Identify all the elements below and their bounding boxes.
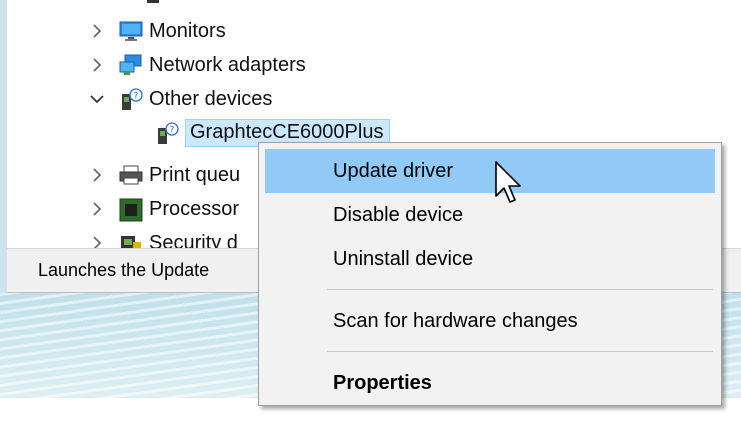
chevron-right-icon[interactable] (87, 199, 107, 219)
chevron-right-icon[interactable] (87, 233, 107, 248)
menu-separator (327, 289, 713, 290)
svg-text:?: ? (170, 126, 175, 136)
processor-icon (119, 198, 143, 222)
menu-item-label: Uninstall device (333, 247, 474, 270)
menu-separator (327, 351, 713, 352)
chevron-down-icon[interactable] (87, 89, 107, 109)
tree-item-network-adapters[interactable]: Network adapters (87, 48, 306, 82)
status-bar-text: Launches the Update (38, 260, 210, 280)
tree-item-security-devices[interactable]: Security d (87, 226, 238, 248)
menu-item-label: Update driver (333, 159, 454, 182)
unknown-device-icon: ? (155, 122, 179, 144)
context-menu: Update driver Disable device Uninstall d… (258, 142, 722, 406)
printer-icon (119, 164, 143, 186)
mouse-pointer-icon (493, 160, 523, 208)
monitor-icon (119, 20, 143, 42)
security-device-icon (119, 232, 141, 248)
tree-item-other-devices[interactable]: ? Other devices (87, 82, 272, 116)
tree-item-monitors[interactable]: Monitors (87, 14, 226, 48)
tree-item-label: Security d (149, 231, 238, 249)
network-adapter-icon (119, 54, 142, 76)
tree-item-label: Print queu (149, 163, 241, 186)
tree-item-label: Processor (149, 197, 240, 220)
menu-item-label: Scan for hardware changes (333, 309, 578, 332)
svg-text:?: ? (134, 92, 139, 102)
tree-item-label: Other devices (149, 87, 273, 110)
tree-item-print-queues[interactable]: Print queu (87, 158, 240, 192)
tree-item-label: Network adapters (149, 53, 306, 76)
chevron-right-icon[interactable] (87, 55, 107, 75)
menu-item-label: Properties (333, 371, 432, 394)
menu-item-uninstall-device[interactable]: Uninstall device (265, 237, 715, 281)
menu-item-label: Disable device (333, 203, 464, 226)
chevron-right-icon[interactable] (87, 21, 107, 41)
menu-item-properties[interactable]: Properties (265, 361, 715, 405)
menu-item-update-driver[interactable]: Update driver (265, 149, 715, 193)
chevron-right-icon[interactable] (87, 165, 107, 185)
menu-item-scan-hardware[interactable]: Scan for hardware changes (265, 299, 715, 343)
tree-item-label: Monitors (149, 19, 226, 42)
tree-item-processors[interactable]: Processor (87, 192, 239, 226)
clipped-item-fragment (147, 0, 159, 3)
unknown-device-icon: ? (119, 88, 143, 110)
menu-item-disable-device[interactable]: Disable device (265, 193, 715, 237)
